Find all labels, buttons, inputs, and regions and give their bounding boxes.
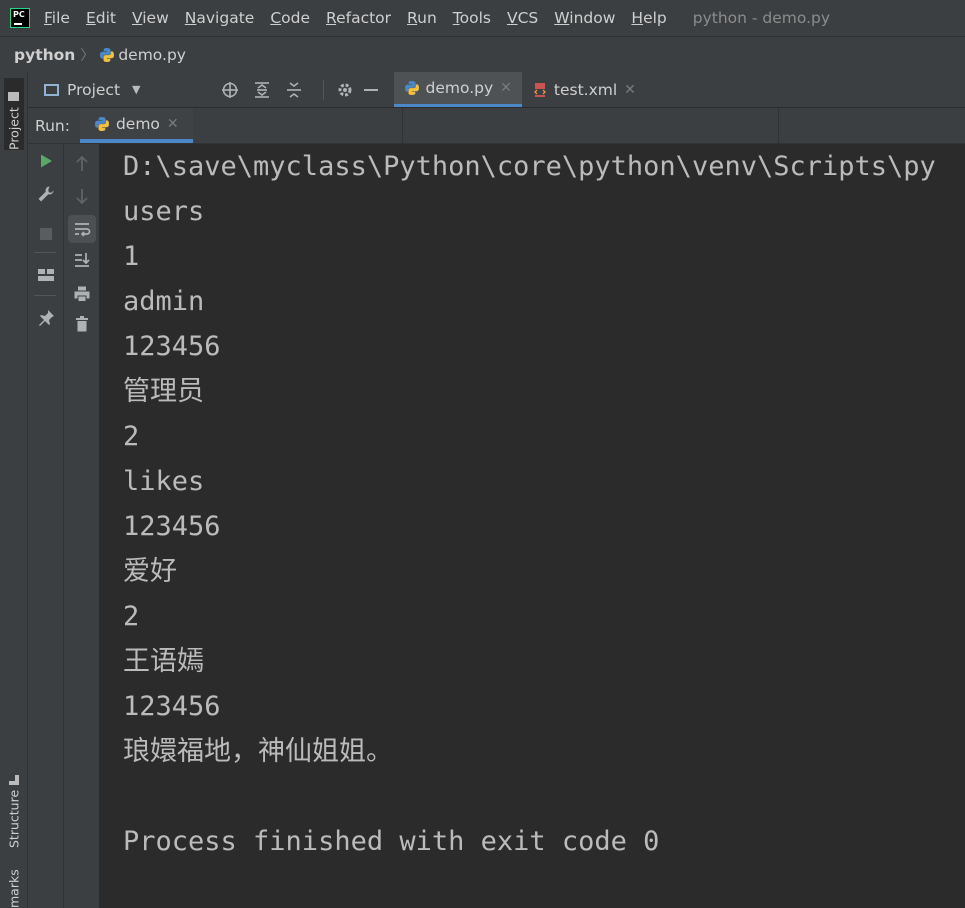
console-line: 123456 — [123, 331, 221, 362]
project-panel-label: Project — [67, 80, 121, 99]
menu-vcs[interactable]: VCS — [499, 9, 546, 27]
layout-icon[interactable] — [34, 263, 58, 287]
xml-file-icon — [532, 82, 548, 98]
collapse-all-icon[interactable] — [281, 77, 307, 103]
menu-edit[interactable]: Edit — [78, 9, 124, 27]
console-line: likes — [123, 466, 205, 497]
console-output[interactable]: D:\save\myclass\Python\core\python\venv\… — [100, 144, 965, 908]
hide-panel-icon[interactable] — [358, 77, 384, 103]
console-line: 123456 — [123, 511, 221, 542]
python-file-icon — [99, 47, 115, 63]
structure-icon — [9, 774, 19, 785]
python-file-icon — [404, 80, 420, 96]
close-icon[interactable]: ✕ — [500, 80, 512, 96]
arrow-down-icon[interactable] — [70, 184, 94, 208]
tab-project-side[interactable]: Project — [4, 78, 24, 150]
python-run-icon — [94, 116, 110, 132]
bookmarks-side-label: marks — [6, 869, 22, 908]
run-label: Run: — [35, 116, 70, 135]
project-view-dropdown[interactable]: Project ▼ — [44, 81, 141, 99]
arrow-up-icon[interactable] — [70, 152, 94, 176]
console-line: D:\save\myclass\Python\core\python\venv\… — [123, 151, 936, 182]
close-icon[interactable]: ✕ — [167, 116, 179, 132]
close-icon[interactable]: ✕ — [624, 82, 636, 98]
tab-demo-py[interactable]: demo.py ✕ — [393, 72, 522, 107]
gear-icon[interactable] — [332, 77, 358, 103]
menu-code[interactable]: Code — [262, 9, 318, 27]
tab-bookmarks-side[interactable]: marks — [4, 868, 24, 908]
breadcrumb: python 〉 demo.py — [0, 36, 965, 73]
locate-target-icon[interactable] — [217, 77, 243, 103]
breadcrumb-file[interactable]: demo.py — [118, 46, 186, 64]
soft-wrap-icon[interactable] — [68, 215, 96, 243]
run-toolbar-secondary — [64, 144, 100, 908]
console-line: 王语嫣 — [123, 646, 204, 677]
expand-all-icon[interactable] — [249, 77, 275, 103]
console-line: 爱好 — [123, 556, 177, 587]
console-line: 琅嬛福地，神仙姐姐。 — [123, 736, 393, 767]
console-line: 123456 — [123, 691, 221, 722]
tab-test-xml[interactable]: test.xml ✕ — [522, 72, 646, 107]
breadcrumb-separator-icon: 〉 — [80, 47, 95, 64]
print-icon[interactable] — [70, 282, 94, 306]
wrench-icon[interactable] — [34, 182, 58, 206]
console-line: 2 — [123, 601, 140, 632]
pin-icon[interactable] — [34, 306, 58, 330]
folder-icon — [8, 92, 20, 102]
menu-tools[interactable]: Tools — [445, 9, 499, 27]
run-tab-demo[interactable]: demo ✕ — [79, 108, 193, 143]
menu-refactor[interactable]: Refactor — [318, 9, 399, 27]
structure-side-label: Structure — [6, 789, 22, 848]
tab-demo-py-label: demo.py — [425, 79, 494, 97]
run-tab-label: demo — [115, 114, 160, 133]
console-line: 2 — [123, 421, 140, 452]
menu-navigate[interactable]: Navigate — [177, 9, 263, 27]
console-line: admin — [123, 286, 205, 317]
tab-test-xml-label: test.xml — [553, 80, 618, 99]
menu-help[interactable]: Help — [623, 9, 674, 27]
console-line: 管理员 — [123, 376, 204, 407]
left-tool-strip: Project Structure marks — [0, 72, 28, 908]
window-title: python - demo.py — [692, 9, 831, 27]
pycharm-logo-icon: PC — [10, 8, 30, 28]
menu-file[interactable]: File — [36, 9, 78, 27]
console-line: users — [123, 196, 205, 227]
trash-icon[interactable] — [70, 312, 94, 336]
menu-bar: PC File Edit View Navigate Code Refactor… — [0, 0, 965, 36]
tab-structure-side[interactable]: Structure — [4, 766, 24, 848]
menu-window[interactable]: Window — [546, 9, 623, 27]
project-panel-icon — [44, 83, 59, 96]
console-line: 1 — [123, 241, 140, 272]
stop-icon[interactable] — [34, 222, 58, 246]
caret-down-icon: ▼ — [132, 83, 141, 96]
run-toolbar-primary — [28, 144, 64, 908]
rerun-icon[interactable] — [34, 149, 58, 173]
run-header: Run: demo ✕ — [28, 108, 965, 144]
project-toolbar: Project ▼ demo.py ✕ test.xml ✕ — [28, 72, 965, 107]
breadcrumb-project[interactable]: python — [14, 46, 75, 64]
project-side-label: Project — [6, 107, 22, 150]
menu-run[interactable]: Run — [399, 9, 445, 27]
scroll-to-end-icon[interactable] — [70, 248, 94, 272]
console-line-exit: Process finished with exit code 0 — [123, 826, 660, 857]
menu-view[interactable]: View — [124, 9, 177, 27]
